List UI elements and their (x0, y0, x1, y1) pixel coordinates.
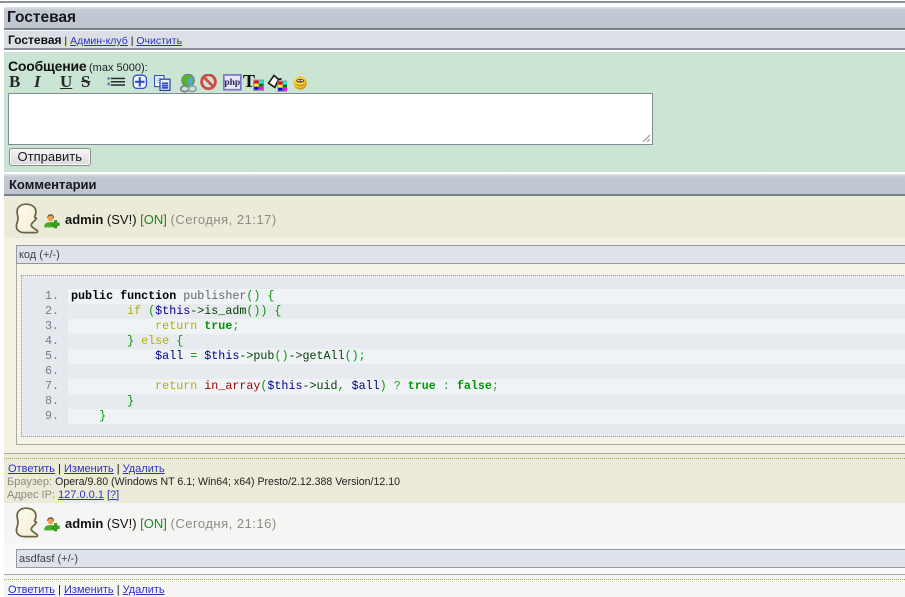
svg-text:php: php (224, 78, 240, 88)
